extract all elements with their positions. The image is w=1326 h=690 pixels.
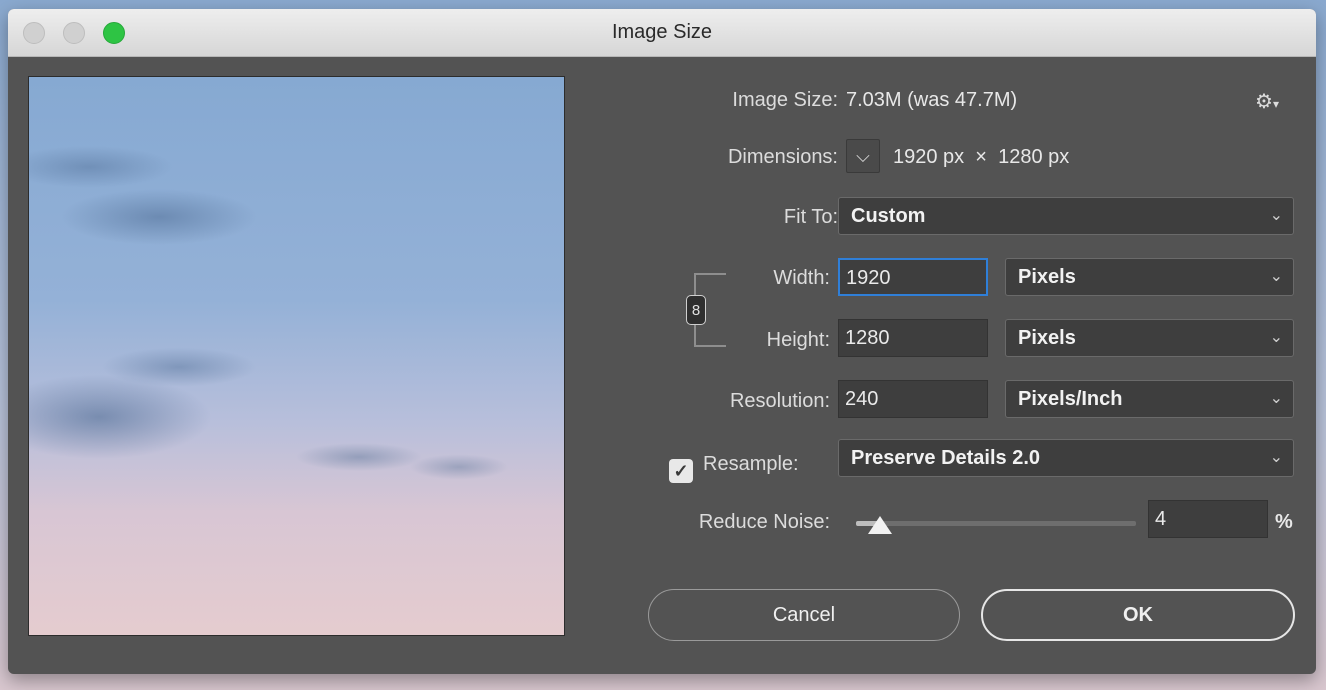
height-unit-value: Pixels (1018, 327, 1076, 349)
fit-to-select[interactable]: Custom ⌄ (838, 197, 1294, 235)
dimensions-label: Dimensions: (727, 146, 838, 168)
width-unit-select[interactable]: Pixels ⌄ (1005, 258, 1294, 296)
ok-button[interactable]: OK (981, 589, 1295, 641)
chevron-down-icon: ⌄ (1269, 449, 1283, 466)
reduce-noise-unit: % (1275, 511, 1293, 533)
height-label: Height: (766, 329, 830, 351)
height-unit-select[interactable]: Pixels ⌄ (1005, 319, 1294, 357)
image-preview[interactable] (28, 76, 565, 636)
chevron-down-icon: ⌄ (1269, 207, 1283, 224)
gear-icon[interactable]: ⚙▾ (1255, 89, 1279, 114)
window-title: Image Size (611, 21, 713, 43)
reduce-noise-slider-track[interactable] (856, 521, 1136, 526)
reduce-noise-slider-thumb[interactable] (868, 516, 893, 534)
chevron-down-icon: ⌄ (1269, 268, 1283, 285)
cancel-button[interactable]: Cancel (648, 589, 960, 641)
check-icon: ✓ (673, 460, 689, 481)
fit-to-label: Fit To: (783, 206, 838, 228)
chain-link-icon[interactable]: 8 (686, 295, 706, 325)
dimensions-units-toggle[interactable]: ⌵ (846, 139, 880, 173)
chevron-down-icon: ⌵ (856, 145, 870, 166)
width-unit-value: Pixels (1018, 266, 1076, 288)
chevron-down-icon: ⌄ (1269, 390, 1283, 407)
dimensions-value: 1920 px × 1280 px (893, 146, 1070, 168)
reduce-noise-input[interactable]: 4 (1148, 500, 1268, 538)
resample-method-select[interactable]: Preserve Details 2.0 ⌄ (838, 439, 1294, 477)
width-input[interactable]: 1920 (838, 258, 988, 296)
height-input[interactable]: 1280 (838, 319, 988, 357)
chevron-down-icon: ⌄ (1269, 329, 1283, 346)
reduce-noise-label: Reduce Noise: (698, 511, 830, 533)
resolution-unit-select[interactable]: Pixels/Inch ⌄ (1005, 380, 1294, 418)
width-label: Width: (773, 267, 830, 289)
resolution-input[interactable]: 240 (838, 380, 988, 418)
resample-checkbox[interactable]: ✓ (669, 459, 693, 483)
resample-method-value: Preserve Details 2.0 (851, 447, 1041, 469)
resolution-unit-value: Pixels/Inch (1018, 388, 1123, 410)
title-bar: Image Size (8, 9, 1316, 57)
image-size-value: 7.03M (was 47.7M) (846, 89, 1018, 111)
fit-to-value: Custom (851, 205, 926, 227)
image-size-dialog: Image Size Image Size: 7.03M (was 47.7M)… (8, 9, 1316, 674)
resolution-label: Resolution: (729, 390, 830, 412)
image-size-label: Image Size: (732, 89, 838, 111)
resample-label: Resample: (703, 453, 799, 475)
